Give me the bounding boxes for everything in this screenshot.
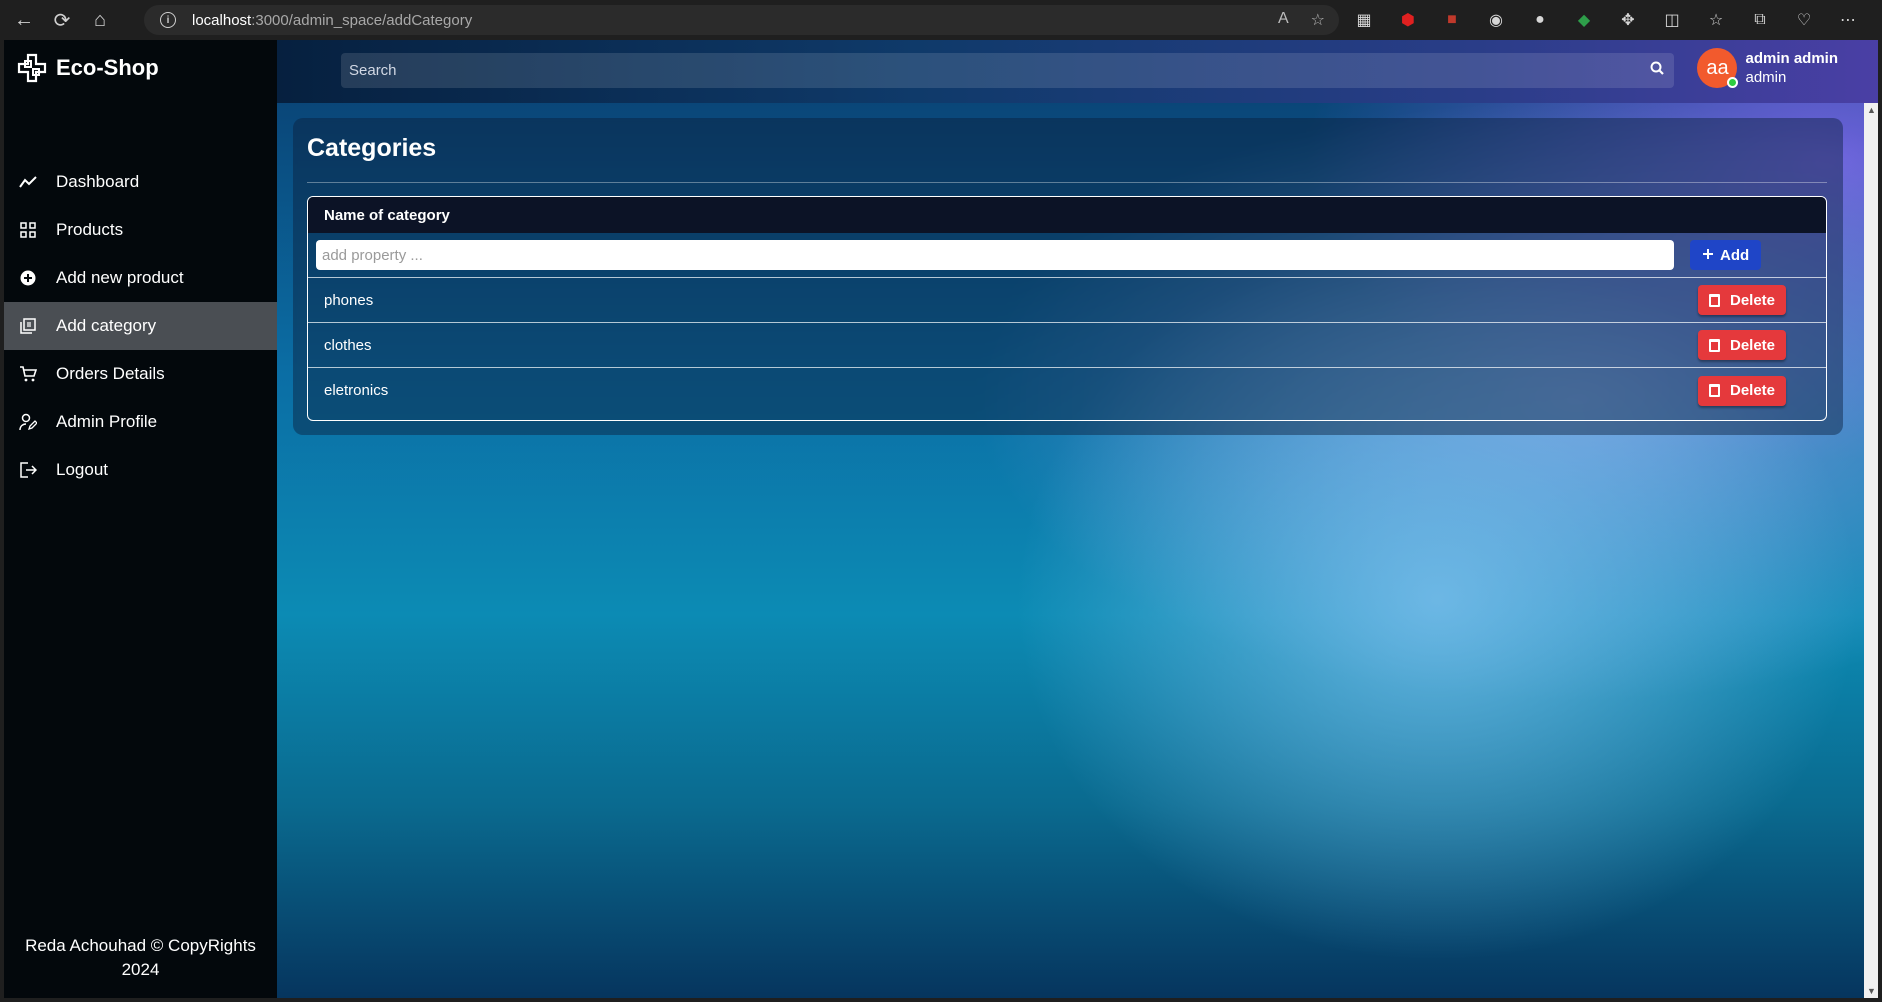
sidebar-item-label: Add category (56, 316, 157, 335)
avatar[interactable]: aa (1697, 48, 1739, 88)
trash-icon (1708, 338, 1720, 352)
categories-table: Name of category Add phones Dele (307, 196, 1827, 421)
red-extension-icon[interactable]: ■ (1440, 8, 1464, 32)
sidebar-item-label: Dashboard (56, 172, 140, 191)
sidebar-menu: Dashboard Products Add new product Add c… (4, 158, 277, 494)
copyright-line: Reda Achouhad © CopyRights (25, 936, 256, 955)
logout-icon (18, 462, 38, 478)
home-icon[interactable]: ⌂ (86, 6, 114, 34)
vertical-scrollbar[interactable]: ▲ ▼ (1864, 103, 1878, 998)
delete-button[interactable]: Delete (1698, 375, 1786, 406)
add-category-row: Add (308, 233, 1826, 278)
sidebar-item-add-new-product[interactable]: Add new product (4, 254, 277, 302)
sidebar-item-admin-profile[interactable]: Admin Profile (4, 398, 277, 446)
category-name: clothes (324, 336, 372, 354)
scroll-down-arrow-icon[interactable]: ▼ (1867, 986, 1876, 996)
extensions-puzzle-icon[interactable]: ✥ (1616, 8, 1640, 32)
sidebar-item-dashboard[interactable]: Dashboard (4, 158, 277, 206)
user-profile-menu[interactable]: aa admin admin admin (1697, 48, 1838, 88)
sidebar-item-label: Add new product (56, 268, 184, 287)
brand-name: Eco-Shop (56, 55, 159, 80)
cart-icon (18, 366, 38, 382)
info-icon[interactable]: i (160, 12, 176, 28)
search-placeholder: Search (349, 62, 397, 79)
user-info: admin admin admin (1745, 49, 1838, 87)
search-icon[interactable] (1650, 61, 1664, 79)
sidebar-item-label: Logout (56, 460, 108, 479)
favorites-icon[interactable]: ☆ (1704, 8, 1728, 32)
delete-button-label: Delete (1729, 336, 1776, 354)
main-content: Search aa admin admin admin Categories N… (277, 40, 1878, 998)
logo-icon (17, 53, 47, 83)
adblock-extension-icon[interactable]: ⬢ (1396, 8, 1420, 32)
green-extension-icon[interactable]: ◆ (1572, 8, 1596, 32)
sidebar-item-add-category[interactable]: Add category (4, 302, 277, 350)
table-header: Name of category (308, 197, 1826, 233)
collections-icon[interactable]: ⧉ (1748, 8, 1772, 32)
delete-button-label: Delete (1729, 382, 1776, 399)
top-header: Search aa admin admin admin (277, 40, 1878, 103)
user-name: admin admin (1745, 50, 1838, 67)
page-title: Categories (307, 134, 437, 162)
table-row: clothes Delete (308, 323, 1826, 368)
sidebar: Eco-Shop Dashboard Products Add new prod… (4, 40, 277, 998)
avatar-initials: aa (1706, 56, 1729, 79)
favorite-star-icon[interactable]: ☆ (1311, 10, 1325, 30)
search-input[interactable]: Search (341, 53, 1674, 88)
sidebar-item-label: Orders Details (56, 364, 165, 383)
user-edit-icon (18, 413, 38, 431)
stack-icon (18, 318, 38, 334)
category-name: phones (324, 291, 374, 309)
grid-icon (18, 222, 38, 238)
sidebar-item-label: Products (56, 220, 124, 239)
back-icon[interactable]: ← (10, 6, 38, 34)
browser-essentials-icon[interactable]: ♡ (1792, 8, 1816, 32)
scroll-up-arrow-icon[interactable]: ▲ (1867, 105, 1876, 115)
sidebar-item-orders-details[interactable]: Orders Details (4, 350, 277, 398)
delete-button[interactable]: Delete (1698, 285, 1786, 315)
chart-line-icon (18, 175, 38, 189)
category-name-input[interactable] (316, 240, 1674, 270)
table-row: phones Delete (308, 278, 1826, 323)
trash-icon (1708, 384, 1720, 397)
split-screen-icon[interactable]: ◫ (1660, 8, 1684, 32)
categories-card: Categories Name of category Add pho (293, 118, 1843, 435)
table-row: eletronics Delete (308, 368, 1826, 413)
url-host: localhost (192, 11, 252, 29)
eyes-extension-icon[interactable]: ◉ (1484, 8, 1508, 32)
brand-logo[interactable]: Eco-Shop (16, 52, 159, 84)
reload-icon[interactable]: ⟳ (48, 6, 76, 34)
circle-extension-icon[interactable]: ● (1528, 8, 1552, 32)
delete-button-label: Delete (1729, 291, 1776, 309)
plus-icon (1702, 247, 1714, 264)
address-bar[interactable]: i localhost:3000/admin_space/addCategory… (144, 5, 1339, 35)
url-path: :3000/admin_space/addCategory (251, 11, 473, 29)
copyright-footer: Reda Achouhad © CopyRights 2024 (4, 934, 277, 982)
add-category-button[interactable]: Add (1690, 240, 1762, 270)
sidebar-item-products[interactable]: Products (4, 206, 277, 254)
delete-button[interactable]: Delete (1698, 330, 1786, 360)
app-frame: Eco-Shop Dashboard Products Add new prod… (4, 40, 1878, 998)
browser-toolbar: ← ⟳ ⌂ i localhost:3000/admin_space/addCa… (0, 0, 1882, 40)
column-header-name: Name of category (324, 206, 450, 224)
sidebar-item-logout[interactable]: Logout (4, 446, 277, 494)
trash-icon (1708, 293, 1720, 307)
add-button-label: Add (1720, 246, 1750, 264)
online-status-dot (1727, 77, 1739, 88)
user-role: admin (1745, 69, 1787, 86)
read-aloud-icon[interactable]: A (1278, 10, 1289, 30)
divider (307, 182, 1827, 183)
copyright-year: 2024 (121, 960, 160, 979)
plus-circle-icon (18, 270, 38, 286)
category-name: eletronics (324, 382, 389, 399)
qr-extension-icon[interactable]: ▦ (1352, 8, 1376, 32)
more-menu-icon[interactable]: ⋯ (1836, 8, 1860, 32)
sidebar-item-label: Admin Profile (56, 412, 158, 431)
